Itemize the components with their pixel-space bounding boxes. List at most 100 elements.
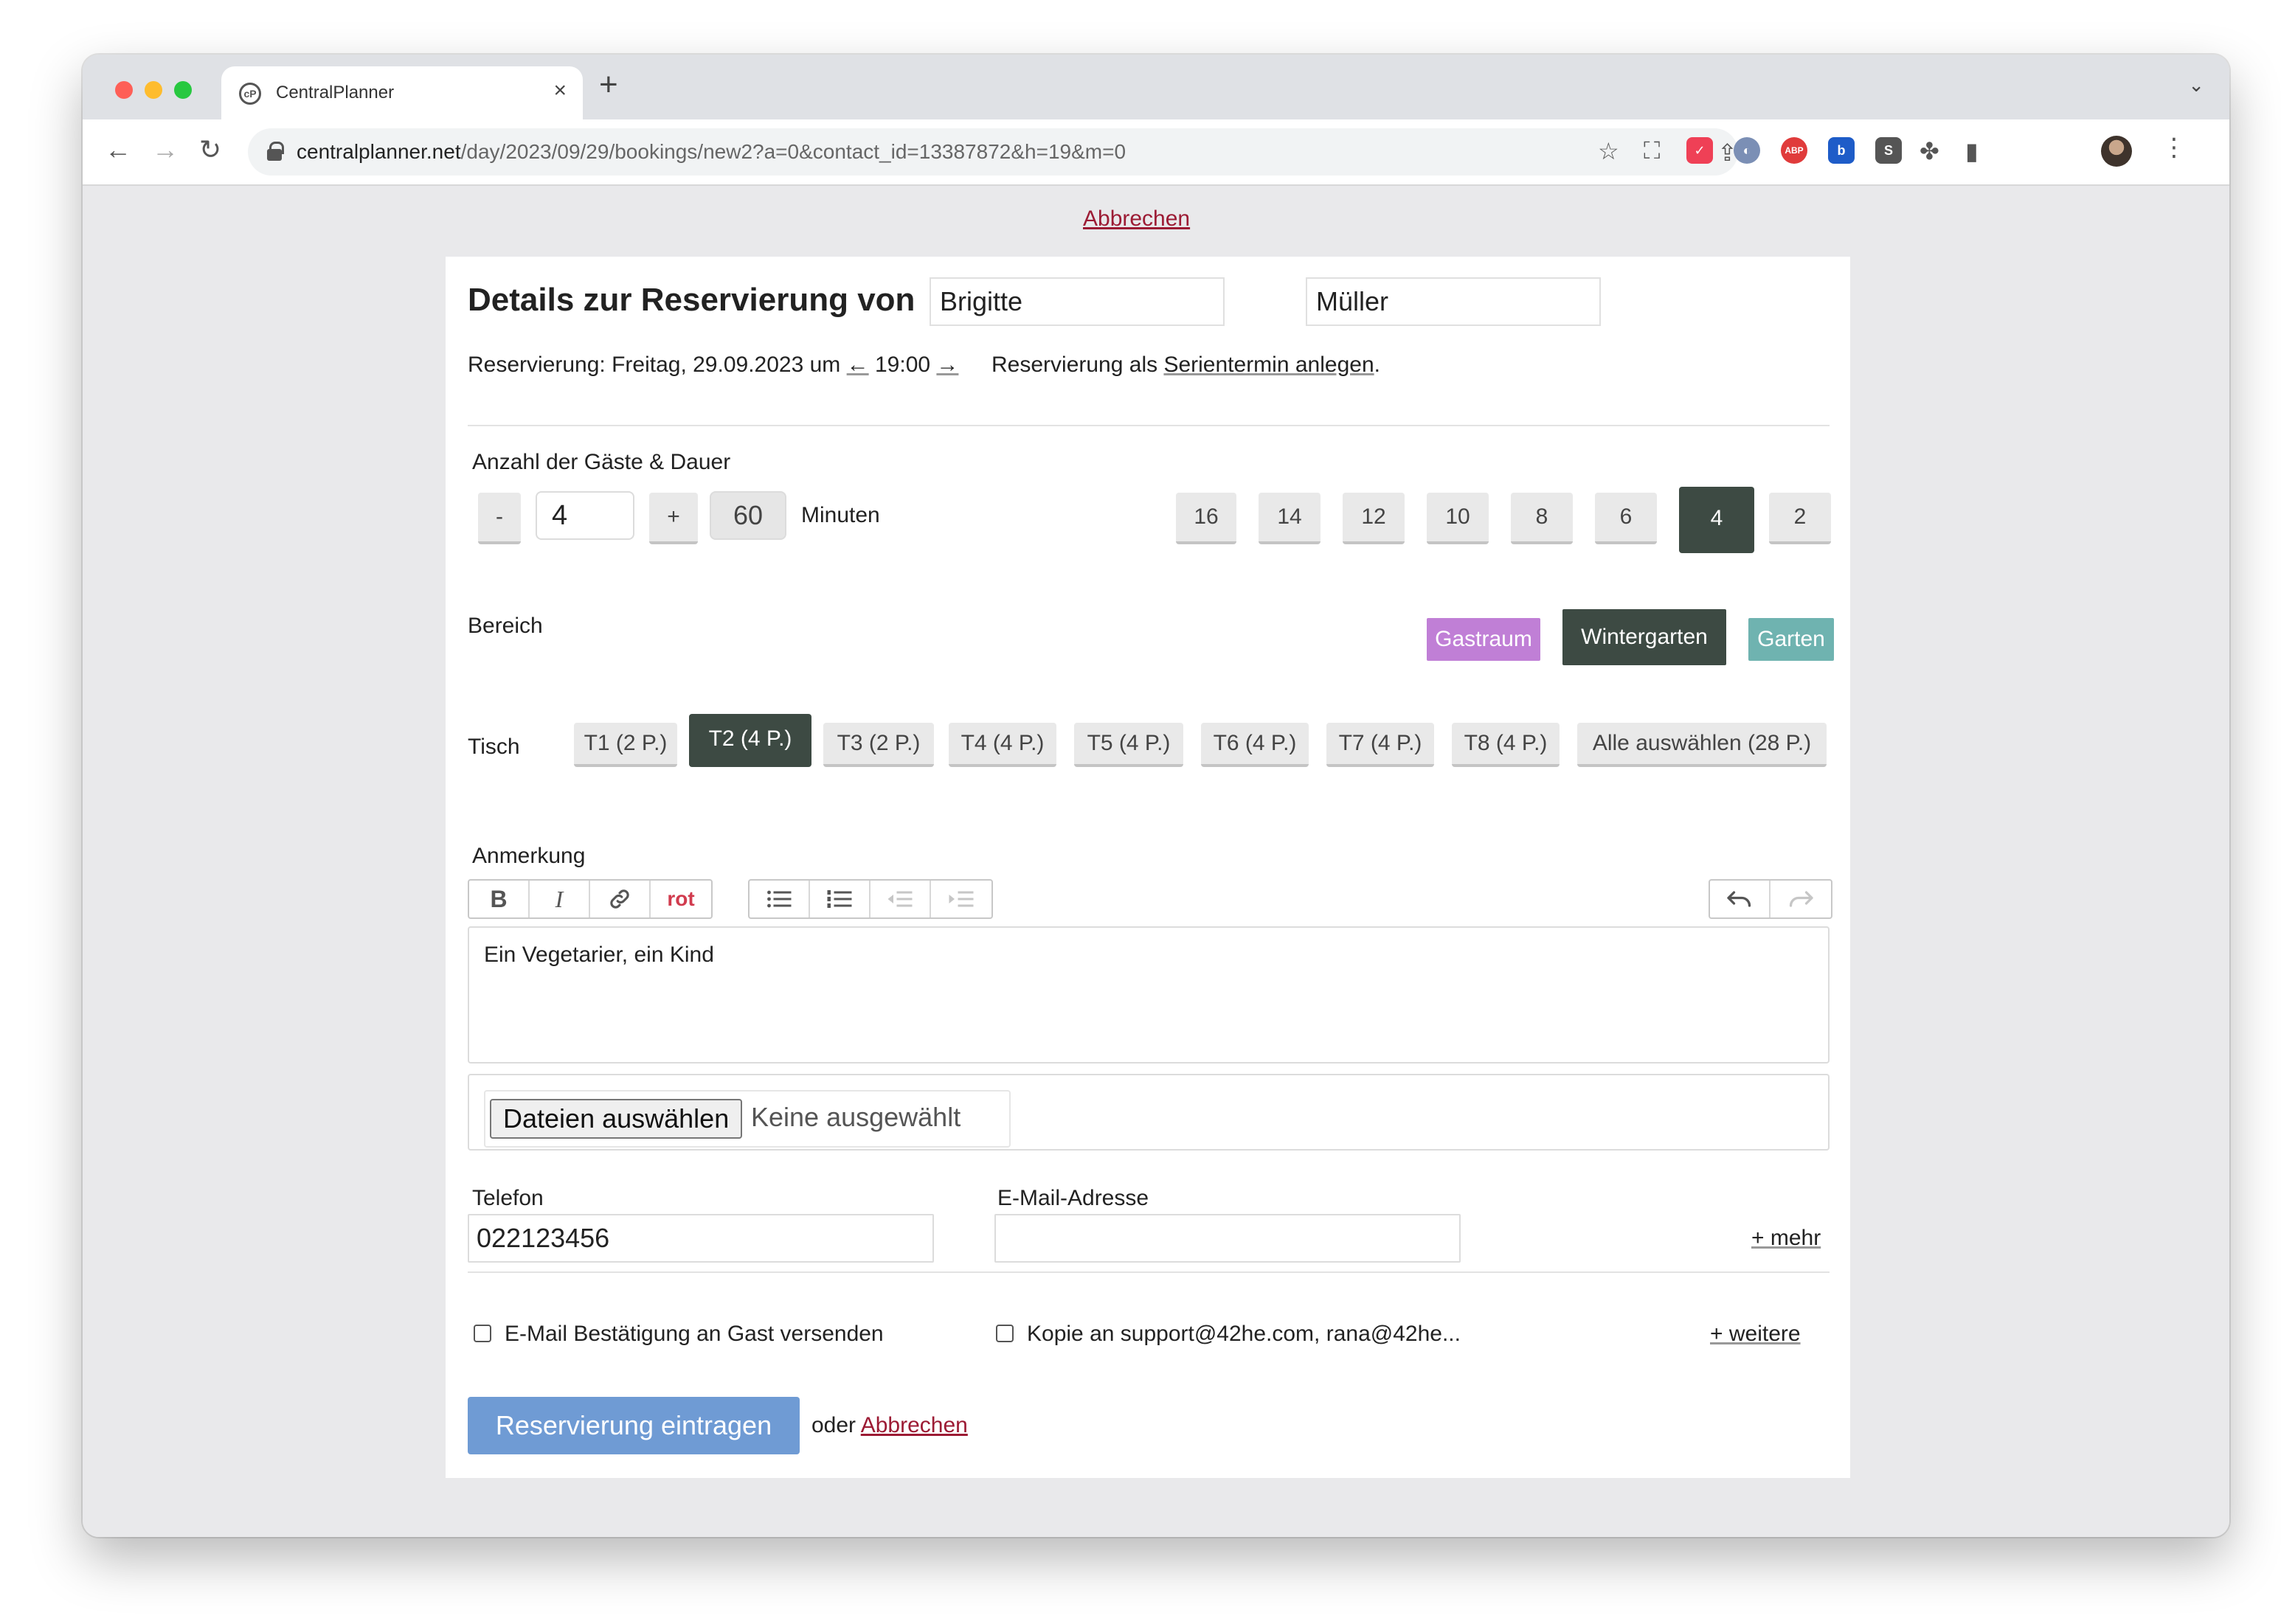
table-t3-button[interactable]: T3 (2 P.) [823,723,934,767]
browser-toolbar: ← → ↻ centralplanner.net/day/2023/09/29/… [83,119,2229,186]
indent-button[interactable] [931,881,991,917]
file-upload-box: Dateien auswählen Keine ausgewählt [468,1074,1830,1151]
preset-10-button[interactable]: 10 [1427,493,1489,544]
close-window-button[interactable] [115,81,133,99]
extensions-puzzle-icon[interactable]: ✤ [1920,137,1939,165]
choose-files-button[interactable]: Dateien auswählen [490,1099,743,1139]
back-icon[interactable]: ← [105,134,131,165]
table-t6-button[interactable]: T6 (4 P.) [1201,723,1309,767]
address-bar[interactable]: centralplanner.net/day/2023/09/29/bookin… [248,128,1738,176]
increase-guests-button[interactable]: + [649,493,698,544]
more-contact-link[interactable]: + mehr [1751,1226,1821,1251]
area-garten-button[interactable]: Garten [1748,618,1834,661]
centralplanner-favicon-icon: cP [239,83,261,105]
extension-globe-icon[interactable]: ◐ [1734,137,1760,164]
email-confirm-label: E-Mail Bestätigung an Gast versenden [505,1322,884,1346]
bookmark-star-icon[interactable]: ☆ [1598,137,1619,165]
tab-close-icon[interactable]: × [553,78,567,103]
link-button[interactable] [590,881,651,917]
table-t8-button[interactable]: T8 (4 P.) [1452,723,1560,767]
select-all-tables-button[interactable]: Alle auswählen (28 P.) [1577,723,1827,767]
browser-menu-icon[interactable]: ⋮ [2161,133,2187,162]
undo-button[interactable] [1710,881,1771,917]
avatar[interactable] [2101,136,2132,167]
previous-time-arrow[interactable]: ← [847,353,869,377]
reload-icon[interactable]: ↻ [199,134,221,165]
copy-to-label: Kopie an support@42he.com, rana@42he... [1027,1322,1461,1346]
numbered-list-button[interactable] [810,881,870,917]
divider [468,1271,1830,1273]
outdent-button[interactable] [870,881,931,917]
divider [468,425,1830,426]
reservation-time: 19:00 [874,353,931,377]
tab-search-chevron-icon[interactable]: ⌄ [2188,74,2204,97]
preset-8-button[interactable]: 8 [1511,493,1573,544]
format-toolbar: B I rot [468,879,713,919]
new-tab-icon[interactable]: + [599,66,618,103]
email-label: E-Mail-Adresse [997,1186,1149,1210]
adblock-icon[interactable]: ABP [1781,137,1807,164]
table-t4-button[interactable]: T4 (4 P.) [949,723,1056,767]
next-time-arrow[interactable]: → [936,353,958,377]
screenshot-icon[interactable]: ⛶ [1644,137,1660,165]
page-content: Abbrechen Details zur Reservierung von R… [83,186,2229,1537]
italic-button[interactable]: I [530,881,590,917]
first-name-input[interactable] [930,277,1225,326]
phone-input[interactable] [468,1214,934,1263]
top-cancel-link[interactable]: Abbrechen [1083,207,1190,232]
numbered-list-icon [827,890,852,908]
pocket-icon[interactable]: ✓ [1686,137,1713,164]
page-title: Details zur Reservierung von [468,282,915,318]
guest-count-input[interactable] [536,491,634,540]
table-label: Tisch [468,735,520,759]
preset-2-button[interactable]: 2 [1769,493,1831,544]
browser-window: cP CentralPlanner × + ⌄ ← → ↻ centralpla… [83,55,2229,1537]
submit-reservation-button[interactable]: Reservierung eintragen [468,1397,800,1454]
file-status: Keine ausgewählt [751,1102,961,1132]
area-gastraum-button[interactable]: Gastraum [1427,618,1540,661]
last-name-input[interactable] [1306,277,1601,326]
bullet-list-icon [767,890,792,908]
table-t2-button[interactable]: T2 (4 P.) [689,714,811,767]
bullet-list-button[interactable] [750,881,810,917]
series-appointment-link[interactable]: Serientermin anlegen [1163,353,1374,377]
email-input[interactable] [994,1214,1461,1263]
browser-tab[interactable]: cP CentralPlanner × [221,66,583,119]
decrease-guests-button[interactable]: - [478,493,521,544]
table-t5-button[interactable]: T5 (4 P.) [1074,723,1183,767]
indent-icon [949,891,974,907]
extension-s-icon[interactable]: S [1875,137,1902,164]
table-t7-button[interactable]: T7 (4 P.) [1326,723,1434,767]
copy-to-checkbox[interactable] [996,1325,1014,1342]
file-input: Dateien auswählen Keine ausgewählt [484,1090,1011,1148]
series-line: Reservierung als Serientermin anlegen. [991,353,1380,377]
email-confirm-checkbox[interactable] [474,1325,491,1342]
preset-6-button[interactable]: 6 [1595,493,1657,544]
preset-16-button[interactable]: 16 [1176,493,1236,544]
redo-icon [1789,891,1813,907]
more-recipients-link[interactable]: + weitere [1710,1322,1801,1347]
table-t1-button[interactable]: T1 (2 P.) [574,723,677,767]
side-panel-icon[interactable]: ▮ [1965,137,1979,165]
duration-input[interactable]: 60 [710,491,786,540]
maximize-window-button[interactable] [174,81,192,99]
red-text-button[interactable]: rot [651,881,711,917]
forward-icon[interactable]: → [152,134,179,165]
bold-button[interactable]: B [469,881,530,917]
extension-b-icon[interactable]: b [1828,137,1855,164]
note-editor[interactable]: Ein Vegetarier, ein Kind [468,926,1830,1063]
url-text[interactable]: centralplanner.net/day/2023/09/29/bookin… [297,140,1126,164]
guests-duration-label: Anzahl der Gäste & Dauer [472,450,731,474]
preset-14-button[interactable]: 14 [1259,493,1321,544]
preset-4-button[interactable]: 4 [1679,487,1754,553]
minimize-window-button[interactable] [145,81,162,99]
or-text: oder Abbrechen [811,1413,968,1437]
history-toolbar [1709,879,1832,919]
tab-title: CentralPlanner [276,83,395,103]
bottom-cancel-link[interactable]: Abbrechen [861,1413,968,1437]
redo-button[interactable] [1771,881,1831,917]
preset-12-button[interactable]: 12 [1343,493,1405,544]
outdent-icon [887,891,913,907]
note-label: Anmerkung [472,844,586,868]
area-wintergarten-button[interactable]: Wintergarten [1562,609,1726,665]
